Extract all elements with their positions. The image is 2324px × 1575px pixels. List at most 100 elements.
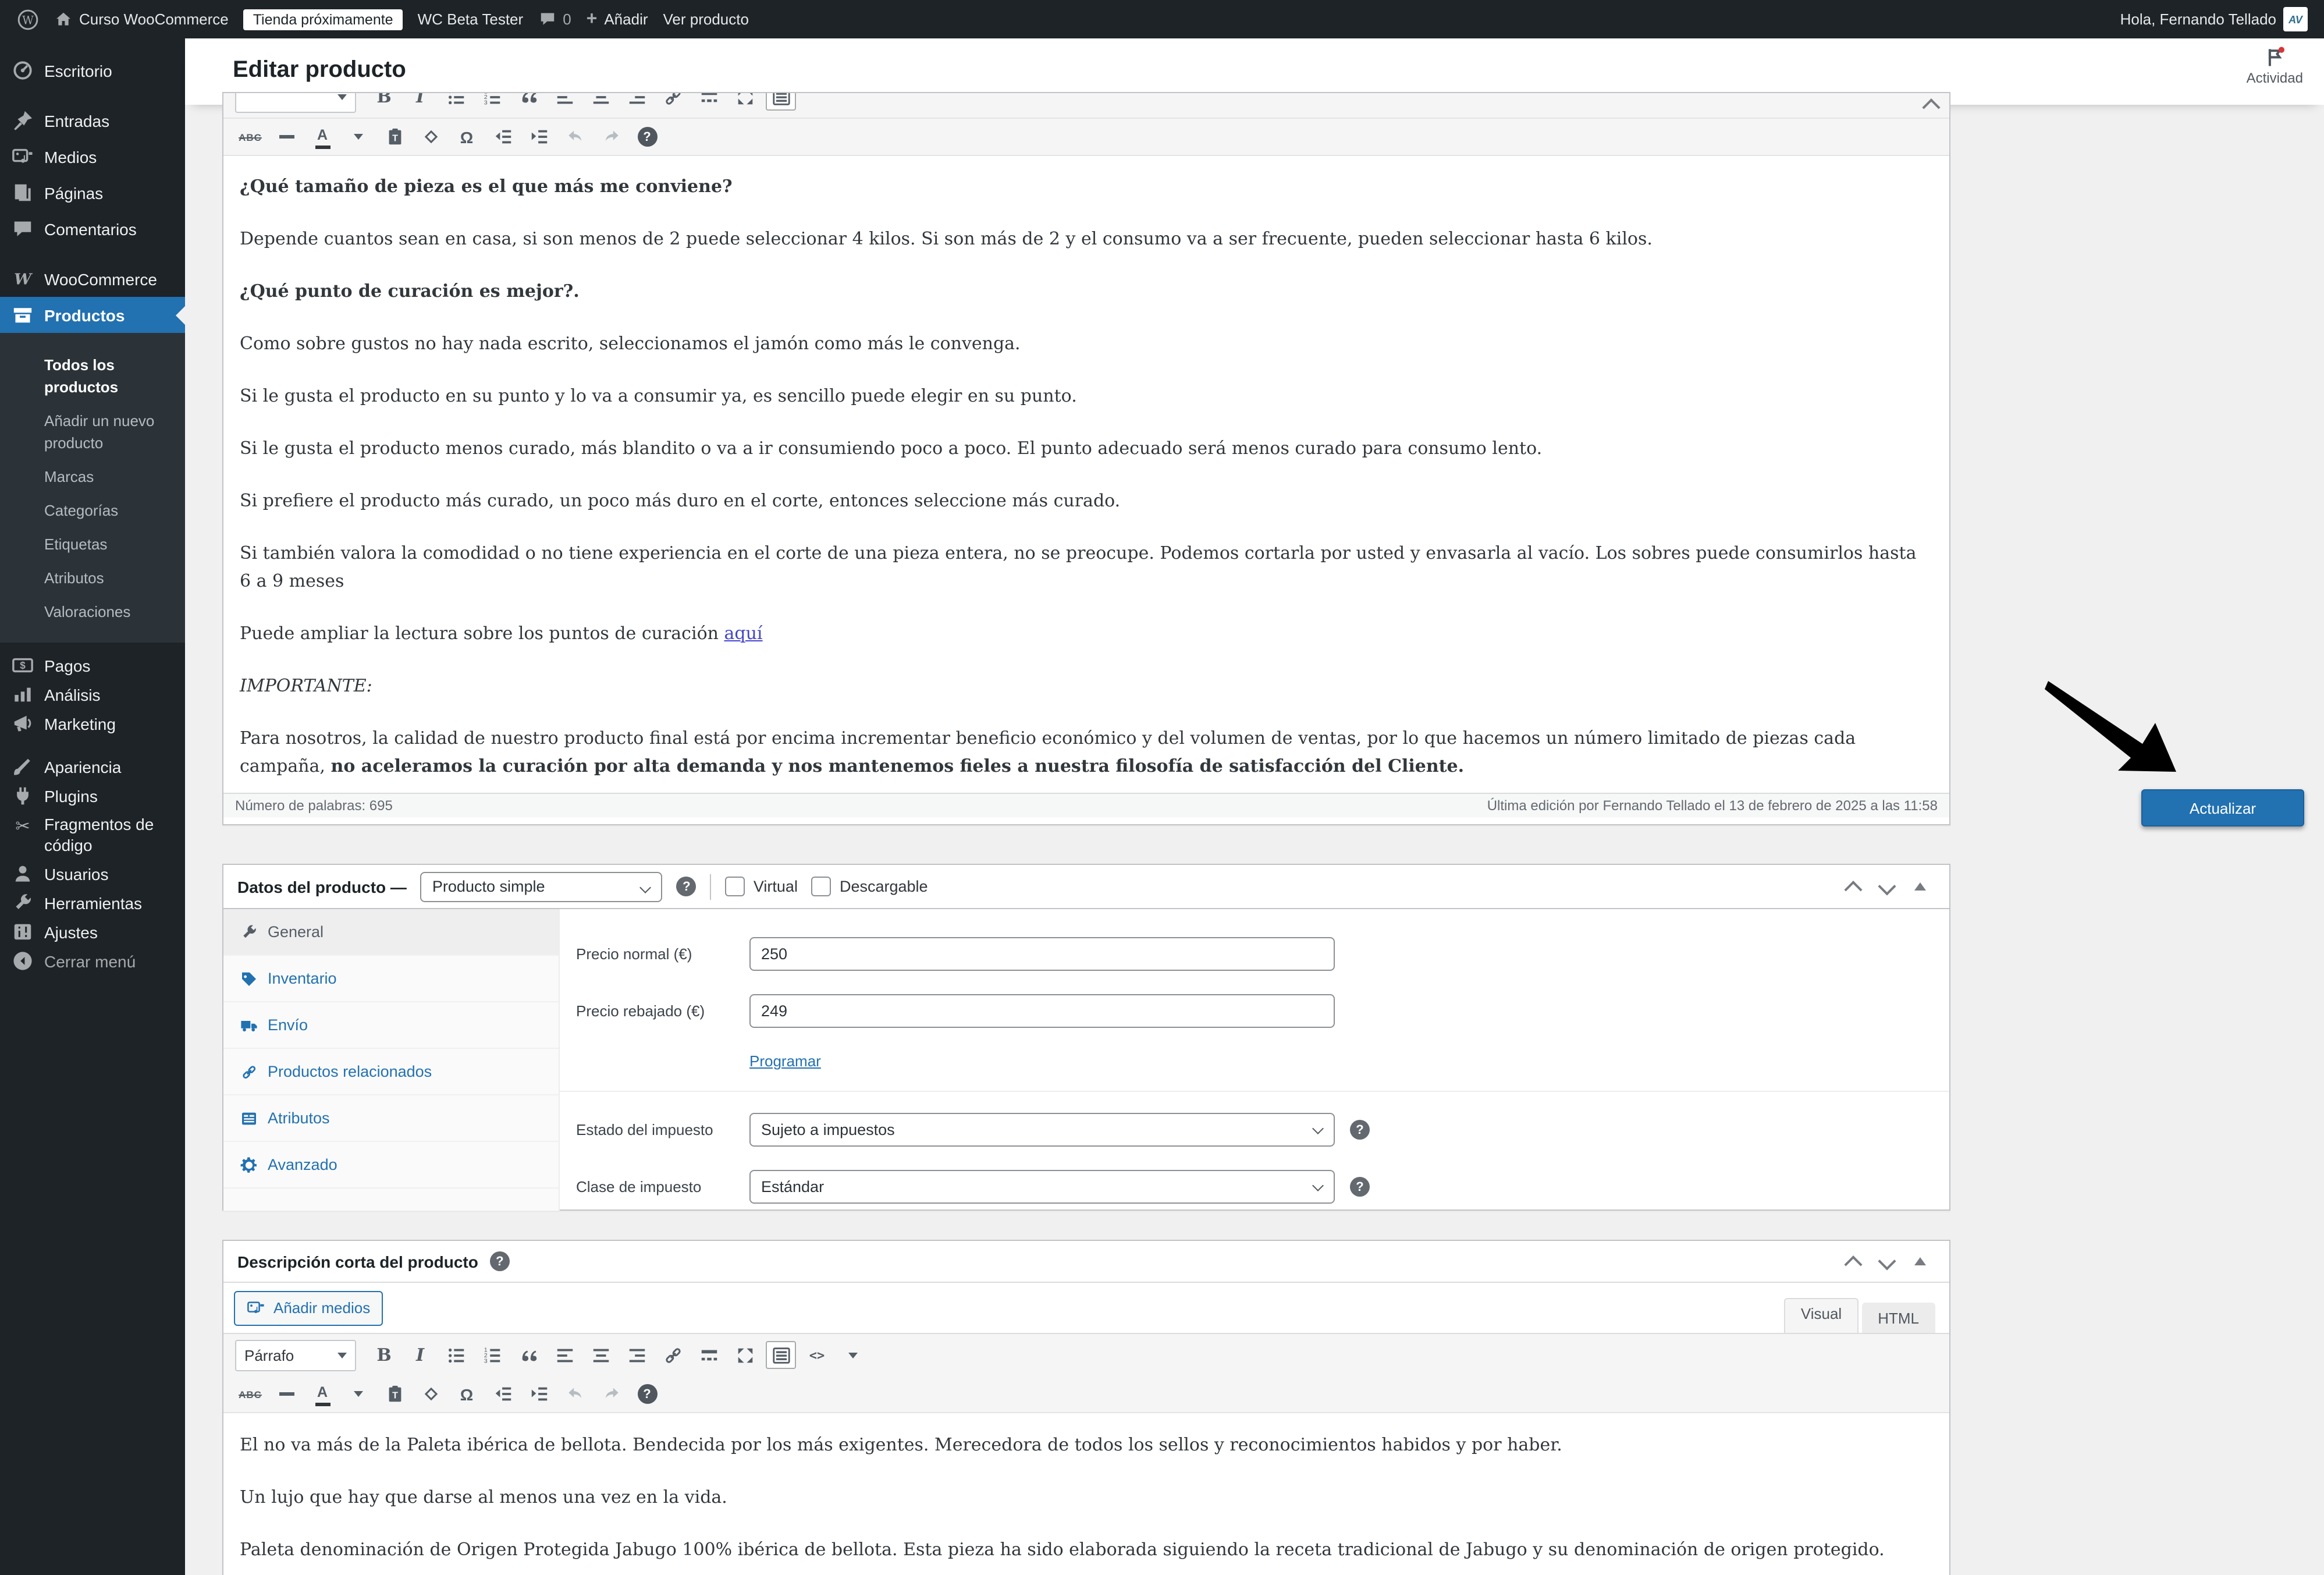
sidebar-item-apariencia[interactable]: Apariencia [0, 752, 185, 781]
sidebar-item-medios[interactable]: Medios [0, 139, 185, 175]
tab-html[interactable]: HTML [1861, 1303, 1935, 1333]
outdent-button[interactable] [488, 123, 518, 151]
help-button[interactable] [632, 123, 662, 151]
sidebar-item-herramientas[interactable]: Herramientas [0, 888, 185, 917]
add-media-button[interactable]: Añadir medios [234, 1290, 383, 1325]
tab-envio[interactable]: Envío [223, 1002, 559, 1049]
more-tools-caret[interactable] [838, 1341, 868, 1369]
submenu-etiquetas[interactable]: Etiquetas [0, 527, 185, 561]
submenu-atributos[interactable]: Atributos [0, 561, 185, 595]
sidebar-item-marketing[interactable]: Marketing [0, 709, 185, 738]
sidebar-item-comentarios[interactable]: Comentarios [0, 211, 185, 247]
sidebar-item-productos[interactable]: Productos [0, 297, 185, 333]
my-account-menu[interactable]: Hola, Fernando Tellado AV [2120, 7, 2308, 31]
italic-button[interactable] [405, 93, 435, 111]
help-icon[interactable] [677, 877, 697, 896]
sidebar-item-entradas[interactable]: Entradas [0, 102, 185, 139]
italic-button[interactable] [405, 1341, 435, 1369]
submenu-todos-los-productos[interactable]: Todos los productos [0, 348, 185, 404]
help-icon[interactable] [1350, 1120, 1370, 1140]
downloadable-checkbox[interactable] [812, 877, 831, 896]
editor-collapse-icon[interactable] [1925, 95, 1938, 116]
horizontal-rule-button[interactable] [271, 123, 301, 151]
strikethrough-button[interactable] [235, 123, 265, 151]
fullscreen-button[interactable] [730, 1341, 760, 1369]
link-button[interactable] [658, 93, 688, 111]
code-button[interactable] [802, 1341, 832, 1369]
bullet-list-button[interactable] [441, 1341, 471, 1369]
text-color-button[interactable] [307, 123, 337, 151]
strikethrough-button[interactable] [235, 1380, 265, 1408]
numbered-list-button[interactable]: 123 [477, 1341, 507, 1369]
move-down-icon[interactable] [1878, 877, 1896, 895]
regular-price-input[interactable] [749, 937, 1335, 971]
sidebar-item-fragmentos[interactable]: ✂ Fragmentos de código [0, 810, 185, 859]
text-color-caret[interactable] [343, 123, 374, 151]
help-icon[interactable] [1350, 1177, 1370, 1197]
tab-productos-relacionados[interactable]: Productos relacionados [223, 1049, 559, 1095]
toggle-panel-icon[interactable] [1914, 1257, 1926, 1265]
kitchen-sink-button[interactable] [766, 93, 796, 111]
horizontal-rule-button[interactable] [271, 1380, 301, 1408]
move-down-icon[interactable] [1878, 1252, 1896, 1270]
clear-formatting-button[interactable] [415, 123, 446, 151]
product-type-select[interactable]: Producto simple [421, 871, 663, 902]
submenu-marcas[interactable]: Marcas [0, 460, 185, 494]
paste-as-text-button[interactable]: T [379, 123, 410, 151]
aqui-link[interactable]: aquí [724, 623, 763, 644]
editor-content[interactable]: ¿Qué tamaño de pieza es el que más me co… [223, 156, 1949, 793]
tab-inventario[interactable]: Inventario [223, 956, 559, 1002]
fullscreen-button[interactable] [730, 93, 760, 111]
sidebar-item-paginas[interactable]: Páginas [0, 175, 185, 211]
numbered-list-button[interactable]: 123 [477, 93, 507, 111]
align-right-button[interactable] [621, 93, 652, 111]
sidebar-item-ajustes[interactable]: Ajustes [0, 917, 185, 946]
read-more-button[interactable] [694, 1341, 724, 1369]
help-button[interactable] [632, 1380, 662, 1408]
special-character-button[interactable] [452, 123, 482, 151]
new-content-menu[interactable]: Añadir [587, 10, 648, 29]
tax-class-select[interactable]: Estándar [749, 1170, 1335, 1204]
downloadable-checkbox-row[interactable]: Descargable [812, 877, 928, 896]
sidebar-item-woocommerce[interactable]: W WooCommerce [0, 261, 185, 297]
help-icon[interactable] [490, 1251, 510, 1271]
submenu-valoraciones[interactable]: Valoraciones [0, 595, 185, 629]
align-left-button[interactable] [549, 93, 580, 111]
tab-avanzado[interactable]: Avanzado [223, 1142, 559, 1189]
update-button[interactable]: Actualizar [2141, 789, 2304, 826]
move-up-icon[interactable] [1844, 1255, 1862, 1274]
schedule-link[interactable]: Programar [749, 1052, 821, 1070]
align-right-button[interactable] [621, 1341, 652, 1369]
paragraph-select[interactable]: Párrafo [235, 1339, 356, 1371]
site-menu[interactable]: Curso WooCommerce [55, 10, 229, 28]
bold-button[interactable] [369, 1341, 399, 1369]
align-center-button[interactable] [585, 93, 616, 111]
paste-as-text-button[interactable]: T [379, 1380, 410, 1408]
sidebar-collapse[interactable]: Cerrar menú [0, 946, 185, 975]
clear-formatting-button[interactable] [415, 1380, 446, 1408]
wc-beta-tester[interactable]: WC Beta Tester [418, 10, 524, 28]
wordpress-logo-icon[interactable]: W [16, 8, 40, 31]
tab-visual[interactable]: Visual [1785, 1298, 1858, 1333]
activity-panel[interactable]: Actividad [2247, 45, 2303, 86]
align-left-button[interactable] [549, 1341, 580, 1369]
bold-button[interactable] [369, 93, 399, 111]
link-button[interactable] [658, 1341, 688, 1369]
view-product-link[interactable]: Ver producto [663, 10, 749, 28]
bullet-list-button[interactable] [441, 93, 471, 111]
tab-general[interactable]: General [223, 909, 559, 956]
toggle-panel-icon[interactable] [1914, 882, 1926, 891]
redo-button[interactable] [596, 1380, 626, 1408]
comments-menu[interactable]: 0 [538, 10, 571, 28]
tab-atributos[interactable]: Atributos [223, 1095, 559, 1142]
paragraph-select[interactable] [235, 93, 356, 112]
short-description-content[interactable]: El no va más de la Paleta ibérica de bel… [223, 1413, 1949, 1566]
special-character-button[interactable] [452, 1380, 482, 1408]
virtual-checkbox-row[interactable]: Virtual [726, 877, 798, 896]
indent-button[interactable] [524, 123, 554, 151]
sidebar-item-pagos[interactable]: $ Pagos [0, 651, 185, 680]
outdent-button[interactable] [488, 1380, 518, 1408]
indent-button[interactable] [524, 1380, 554, 1408]
read-more-button[interactable] [694, 93, 724, 111]
text-color-button[interactable] [307, 1380, 337, 1408]
